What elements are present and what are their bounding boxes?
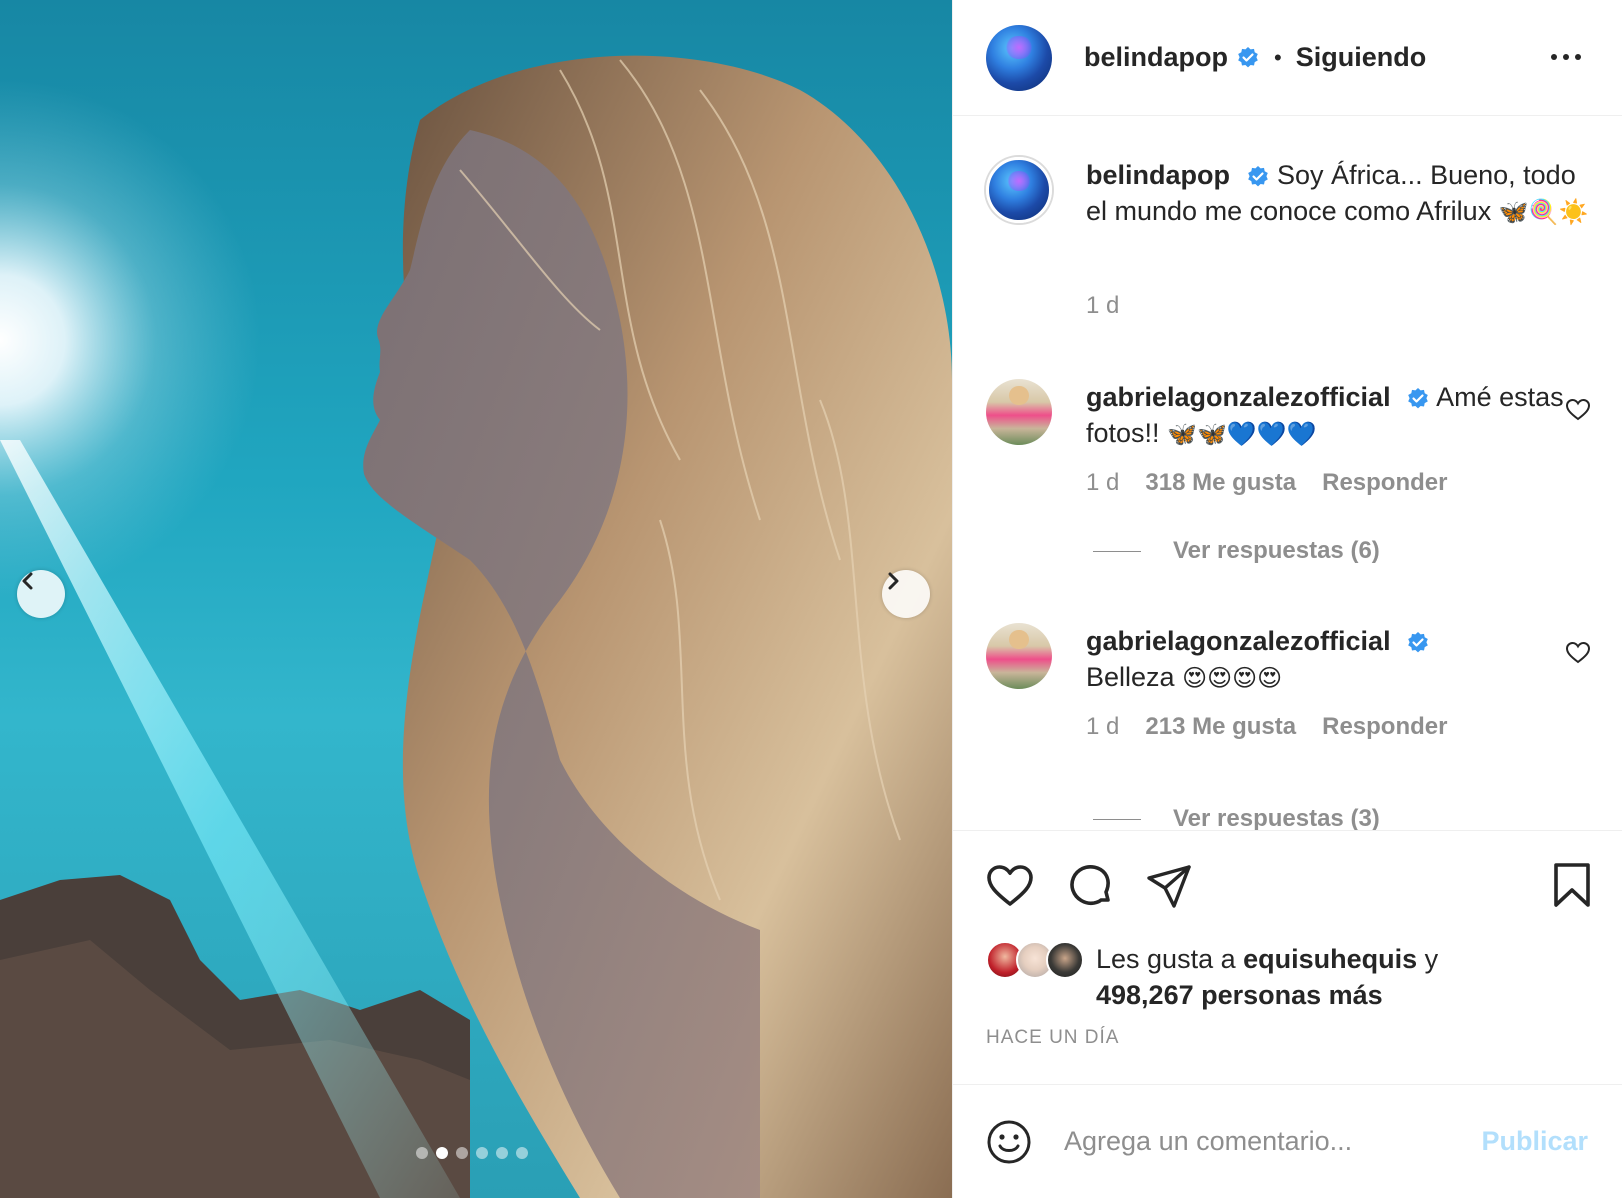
verified-badge-icon xyxy=(1247,165,1268,187)
comment-icon[interactable] xyxy=(1066,862,1114,910)
publish-button[interactable]: Publicar xyxy=(1481,1126,1588,1157)
heart-icon[interactable] xyxy=(986,864,1034,908)
comment-like-count[interactable]: 213 Me gusta xyxy=(1145,713,1296,741)
comment-text: Belleza xyxy=(1086,662,1175,692)
carousel-dot-active[interactable] xyxy=(436,1147,448,1159)
comment-row: gabrielagonzalezofficial Amé estas fotos… xyxy=(986,379,1596,452)
bookmark-icon[interactable] xyxy=(1552,862,1592,908)
like-comment-heart-icon[interactable] xyxy=(1565,398,1591,422)
liker-username[interactable]: equisuhequis xyxy=(1243,944,1417,974)
carousel-dot[interactable] xyxy=(476,1147,488,1159)
header-separator: • xyxy=(1274,44,1282,70)
view-replies-button[interactable]: Ver respuestas (6) xyxy=(1093,537,1380,565)
post-actions: Les gusta a equisuhequis y 498,267 perso… xyxy=(953,830,1622,1084)
next-slide-button[interactable] xyxy=(882,570,930,618)
caption-username[interactable]: belindapop xyxy=(1086,160,1230,190)
post-photo xyxy=(0,0,952,1198)
comment-meta: 1 d 213 Me gusta Responder xyxy=(1086,713,1473,741)
view-replies-button[interactable]: Ver respuestas (3) xyxy=(1093,805,1380,830)
view-replies-label: Ver respuestas (6) xyxy=(1173,537,1380,564)
post-header: belindapop • Siguiendo xyxy=(953,0,1622,116)
carousel-dot[interactable] xyxy=(516,1147,528,1159)
verified-badge-icon xyxy=(1408,387,1428,409)
caption-row: belindapop Soy África... Bueno, todo el … xyxy=(986,157,1596,230)
comment-input[interactable] xyxy=(1064,1126,1464,1157)
caption-time[interactable]: 1 d xyxy=(1086,292,1119,320)
carousel-dot[interactable] xyxy=(416,1147,428,1159)
carousel-dot[interactable] xyxy=(456,1147,468,1159)
likes-summary: Les gusta a equisuhequis y 498,267 perso… xyxy=(986,941,1438,1013)
commenter-avatar[interactable] xyxy=(986,379,1052,445)
caption-body: belindapop Soy África... Bueno, todo el … xyxy=(1086,157,1596,230)
comment-time[interactable]: 1 d xyxy=(1086,713,1119,741)
commenter-avatar[interactable] xyxy=(986,623,1052,689)
comment-username[interactable]: gabrielagonzalezofficial xyxy=(1086,382,1391,412)
comment-emojis: 😍😍😍😍 xyxy=(1182,664,1283,692)
verified-badge-icon xyxy=(1408,631,1428,653)
follow-status-button[interactable]: Siguiendo xyxy=(1296,42,1427,73)
like-comment-heart-icon[interactable] xyxy=(1565,641,1591,665)
author-avatar[interactable] xyxy=(986,24,1052,91)
caption-avatar[interactable] xyxy=(986,157,1052,223)
likes-text: Les gusta a equisuhequis y 498,267 perso… xyxy=(1096,941,1438,1013)
liker-avatar[interactable] xyxy=(1046,941,1084,979)
comments-list: belindapop Soy África... Bueno, todo el … xyxy=(953,117,1622,830)
comment-like-count[interactable]: 318 Me gusta xyxy=(1145,469,1296,497)
comment-row: gabrielagonzalezofficial Belleza 😍😍😍😍 xyxy=(986,623,1596,696)
previous-slide-button[interactable] xyxy=(17,570,65,618)
chevron-left-icon xyxy=(22,572,33,590)
replies-divider xyxy=(1093,550,1141,552)
comment-username[interactable]: gabrielagonzalezofficial xyxy=(1086,626,1391,656)
verified-badge-icon xyxy=(1238,46,1258,67)
comment-meta: 1 d 318 Me gusta Responder xyxy=(1086,469,1473,497)
chevron-right-icon xyxy=(888,572,899,590)
post-sidebar: belindapop • Siguiendo belindapop Soy Áf… xyxy=(952,0,1622,1198)
comment-body: gabrielagonzalezofficial Amé estas fotos… xyxy=(1086,379,1596,452)
post-timestamp[interactable]: HACE UN DÍA xyxy=(986,1027,1119,1049)
carousel-indicator xyxy=(416,1147,528,1159)
emoji-icon[interactable] xyxy=(986,1119,1032,1165)
likes-prefix: Les gusta a xyxy=(1096,944,1236,974)
likes-count[interactable]: 498,267 personas más xyxy=(1096,980,1383,1010)
more-options-icon[interactable] xyxy=(1549,40,1583,74)
comment-body: gabrielagonzalezofficial Belleza 😍😍😍😍 xyxy=(1086,623,1596,696)
comment-emojis: 🦋🦋💙💙💙 xyxy=(1167,420,1317,448)
caption-emojis: 🦋🍭☀️ xyxy=(1498,198,1589,226)
carousel-dot[interactable] xyxy=(496,1147,508,1159)
replies-divider xyxy=(1093,818,1141,820)
send-icon[interactable] xyxy=(1146,864,1192,910)
reply-button[interactable]: Responder xyxy=(1322,469,1447,497)
reply-button[interactable]: Responder xyxy=(1322,713,1447,741)
post-image-art xyxy=(0,0,952,1198)
caption-meta: 1 d xyxy=(1086,292,1145,320)
likes-connector: y xyxy=(1424,944,1439,974)
view-replies-label: Ver respuestas (3) xyxy=(1173,805,1380,830)
comment-time[interactable]: 1 d xyxy=(1086,469,1119,497)
author-username[interactable]: belindapop xyxy=(1084,42,1228,73)
add-comment-bar: Publicar xyxy=(953,1084,1622,1198)
liker-avatars xyxy=(986,941,1084,1013)
